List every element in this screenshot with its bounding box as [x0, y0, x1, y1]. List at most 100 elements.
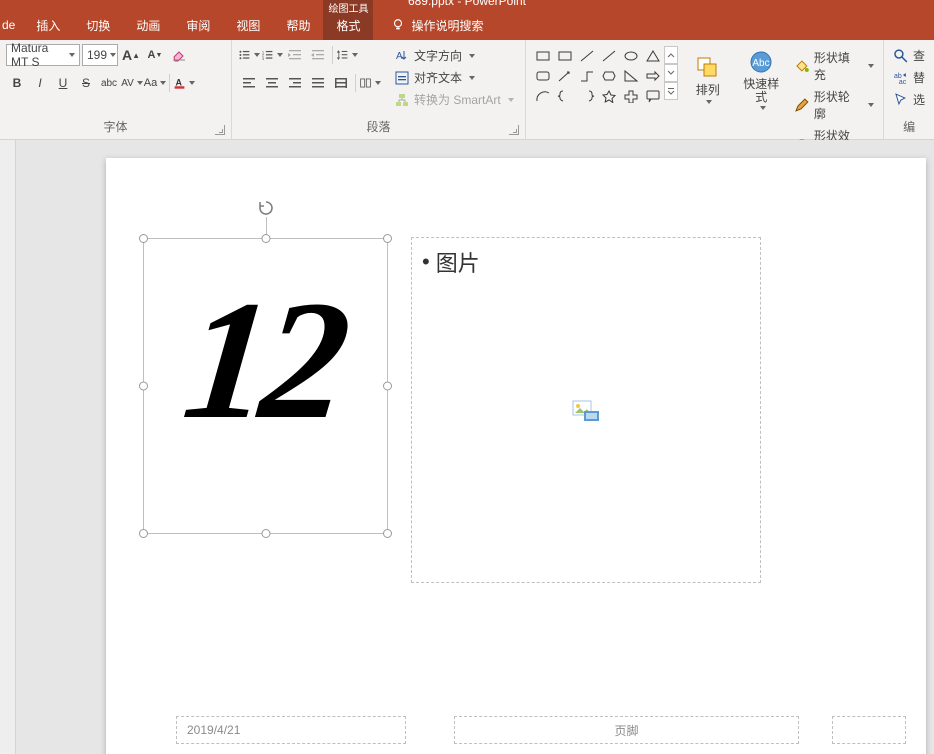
group-drawing: 排列 Abc 快速样式 形状填充 形状轮廓 形状效果 [526, 40, 884, 139]
strikethrough-button[interactable]: S [75, 72, 97, 94]
dialog-launcher-icon[interactable] [509, 125, 519, 135]
change-case-button[interactable]: Aa [144, 72, 166, 94]
bold-button[interactable]: B [6, 72, 28, 94]
arrange-button[interactable]: 排列 [684, 46, 732, 112]
chevron-down-icon [110, 53, 116, 57]
svg-text:A: A [175, 77, 182, 87]
tab-help[interactable]: 帮助 [273, 10, 323, 40]
slide-number-placeholder[interactable] [832, 716, 906, 744]
align-text-icon [394, 70, 410, 86]
resize-handle[interactable] [139, 234, 148, 243]
rotate-icon [257, 199, 275, 217]
group-label-paragraph: 段落 [238, 116, 519, 139]
grow-font-button[interactable]: A▲ [120, 44, 142, 66]
tab-insert[interactable]: 插入 [23, 10, 73, 40]
resize-handle[interactable] [261, 529, 270, 538]
shape-brace-icon [557, 89, 573, 103]
tab-view[interactable]: 视图 [223, 10, 273, 40]
select-button[interactable]: 选 [890, 90, 928, 109]
svg-text:Abc: Abc [753, 58, 770, 69]
tab-slide[interactable]: de [0, 10, 23, 40]
date-placeholder[interactable]: 2019/4/21 [176, 716, 406, 744]
resize-handle[interactable] [383, 529, 392, 538]
svg-text:A: A [396, 51, 403, 62]
replace-button[interactable]: abac 替 [890, 68, 928, 87]
line-spacing-button[interactable] [336, 44, 358, 66]
clear-formatting-button[interactable] [168, 44, 190, 66]
shape-hexagon-icon [601, 69, 617, 83]
smartart-icon [394, 92, 410, 108]
align-text-button[interactable]: 对齐文本 [391, 68, 517, 87]
bullets-button[interactable] [238, 44, 260, 66]
shape-fill-button[interactable]: 形状填充 [791, 48, 877, 84]
char-spacing-button[interactable]: AV [121, 72, 143, 94]
numbering-button[interactable]: 123 [261, 44, 283, 66]
text-direction-icon: A [394, 48, 410, 64]
distributed-button[interactable] [330, 72, 352, 94]
text-direction-button[interactable]: A 文字方向 [391, 46, 517, 65]
resize-handle[interactable] [139, 382, 148, 391]
align-left-icon [241, 75, 257, 91]
find-button[interactable]: 查 [890, 46, 928, 65]
shape-rect-icon [557, 49, 573, 63]
shape-roundrect-icon [535, 69, 551, 83]
quick-styles-icon: Abc [747, 48, 775, 76]
underline-button[interactable]: U [52, 72, 74, 94]
footer-placeholder[interactable]: 页脚 [454, 716, 799, 744]
shapes-gallery[interactable] [532, 46, 664, 106]
slide-canvas[interactable]: 12 图片 2019/4/21 页脚 [16, 140, 934, 754]
shape-arc-icon [535, 89, 551, 103]
resize-handle[interactable] [383, 234, 392, 243]
tab-format[interactable]: 绘图工具 格式 [323, 10, 373, 40]
resize-handle[interactable] [139, 529, 148, 538]
tab-animation[interactable]: 动画 [123, 10, 173, 40]
slide[interactable]: 12 图片 2019/4/21 页脚 [106, 158, 926, 754]
lightbulb-icon [391, 18, 405, 32]
svg-text:ac: ac [899, 78, 907, 85]
shrink-font-button[interactable]: A▼ [144, 44, 166, 66]
bullets-icon [238, 47, 251, 63]
align-right-button[interactable] [284, 72, 306, 94]
tab-transition[interactable]: 切换 [73, 10, 123, 40]
ribbon-tabs: de 插入 切换 动画 审阅 视图 帮助 绘图工具 格式 操作说明搜索 [0, 10, 934, 40]
chevron-down-icon [667, 69, 675, 77]
thumbnail-pane[interactable] [0, 140, 16, 754]
font-size-combo[interactable]: 199 [82, 44, 118, 66]
replace-icon: abac [893, 70, 909, 86]
shape-oval-icon [623, 49, 639, 63]
font-name-combo[interactable]: Matura MT S [6, 44, 80, 66]
tell-me-search[interactable]: 操作说明搜索 [391, 17, 483, 34]
italic-button[interactable]: I [29, 72, 51, 94]
dialog-launcher-icon[interactable] [215, 125, 225, 135]
justify-icon [310, 75, 326, 91]
align-left-button[interactable] [238, 72, 260, 94]
convert-smartart-button[interactable]: 转换为 SmartArt [391, 90, 517, 109]
quick-styles-button[interactable]: Abc 快速样式 [738, 46, 786, 112]
group-label-editing: 编 [890, 116, 928, 139]
selected-textbox[interactable]: 12 [143, 238, 388, 534]
decrease-indent-button[interactable] [284, 44, 306, 66]
workspace: 12 图片 2019/4/21 页脚 [0, 140, 934, 754]
search-icon [893, 48, 909, 64]
chevron-up-icon [667, 51, 675, 59]
resize-handle[interactable] [383, 382, 392, 391]
tab-review[interactable]: 审阅 [173, 10, 223, 40]
resize-handle[interactable] [261, 234, 270, 243]
columns-button[interactable] [359, 72, 381, 94]
columns-icon [359, 75, 372, 91]
text-shadow-button[interactable]: abc [98, 72, 120, 94]
align-center-button[interactable] [261, 72, 283, 94]
increase-indent-button[interactable] [307, 44, 329, 66]
gallery-scroll[interactable] [664, 46, 678, 106]
picture-placeholder[interactable]: 图片 [411, 237, 761, 583]
insert-picture-icon[interactable] [572, 398, 600, 422]
shape-plus-icon [623, 89, 639, 103]
textbox-text[interactable]: 12 [177, 275, 349, 445]
shape-rtriangle-icon [623, 69, 639, 83]
shape-outline-button[interactable]: 形状轮廓 [791, 87, 877, 123]
justify-button[interactable] [307, 72, 329, 94]
font-color-button[interactable]: A [173, 72, 195, 94]
numbering-icon: 123 [261, 47, 274, 63]
rotate-handle[interactable] [257, 199, 275, 217]
pen-icon [794, 97, 810, 113]
